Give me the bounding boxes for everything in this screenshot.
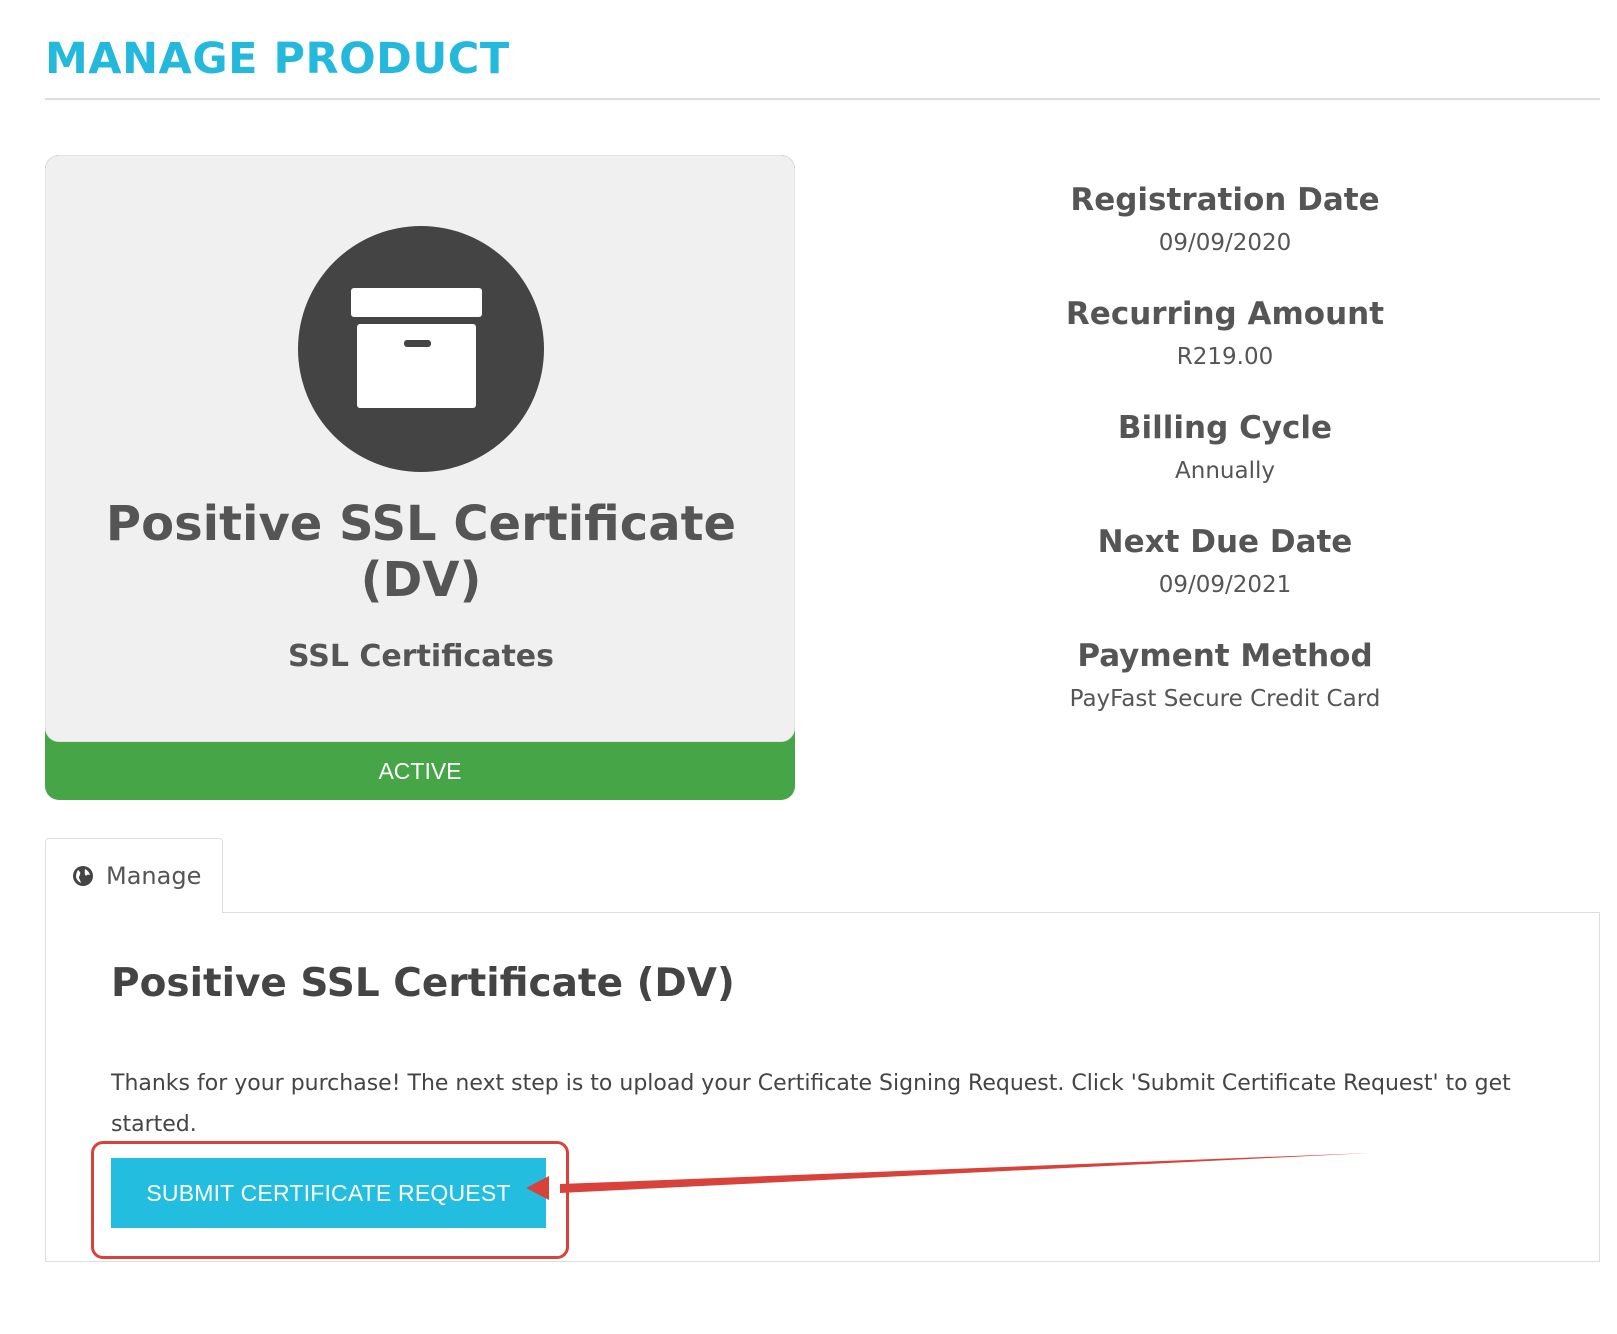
tab-panel-manage: Positive SSL Certificate (DV) Thanks for… [45,912,1600,1262]
detail-registration-date: Registration Date 09/09/2020 [1000,180,1450,294]
product-group: SSL Certificates [287,639,554,674]
detail-billing-cycle: Billing Cycle Annually [1000,408,1450,522]
detail-label: Payment Method [1077,638,1373,674]
detail-label: Next Due Date [1097,524,1353,560]
globe-icon [73,866,93,886]
submit-certificate-request-button[interactable]: SUBMIT CERTIFICATE REQUEST [111,1158,546,1228]
archive-box-icon [298,226,544,472]
status-badge: ACTIVE [378,758,462,784]
detail-value: PayFast Secure Credit Card [1069,686,1381,712]
detail-label: Registration Date [1070,182,1380,218]
detail-next-due-date: Next Due Date 09/09/2021 [1000,522,1450,636]
detail-label: Recurring Amount [1065,296,1385,332]
detail-value: 09/09/2020 [1158,230,1292,256]
detail-payment-method: Payment Method PayFast Secure Credit Car… [1000,636,1450,750]
page-title: MANAGE PRODUCT [45,34,510,84]
panel-description: Thanks for your purchase! The next step … [111,1071,1511,1137]
panel-heading: Positive SSL Certificate (DV) [111,961,735,1006]
detail-label: Billing Cycle [1117,410,1333,446]
product-name: Positive SSL Certificate (DV) [105,496,737,608]
tab-manage[interactable]: Manage [45,838,223,913]
title-divider [45,98,1600,100]
product-details: Registration Date 09/09/2020 Recurring A… [1000,180,1450,750]
product-card-body: Positive SSL Certificate (DV) SSL Certif… [45,155,795,742]
detail-value: Annually [1175,458,1275,484]
detail-recurring-amount: Recurring Amount R219.00 [1000,294,1450,408]
detail-value: R219.00 [1176,344,1274,370]
tab-label: Manage [106,862,202,890]
detail-value: 09/09/2021 [1158,572,1292,598]
product-card: Positive SSL Certificate (DV) SSL Certif… [45,155,795,800]
